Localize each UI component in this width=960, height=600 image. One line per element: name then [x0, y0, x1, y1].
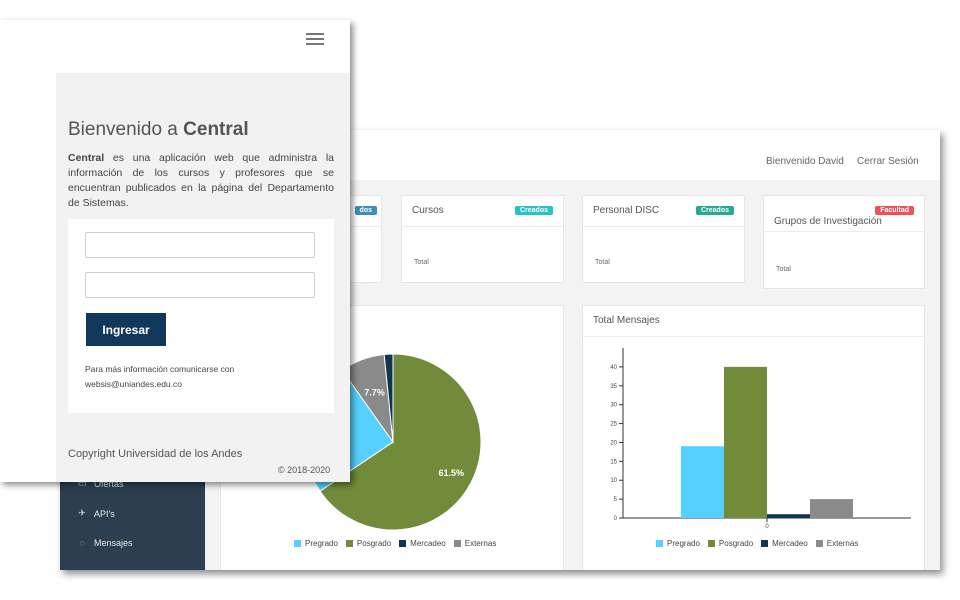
y-tick-label: 25 — [610, 422, 617, 428]
username-input[interactable] — [85, 232, 315, 258]
bar-externas — [810, 499, 853, 518]
contact-text: Para más información comunicarse con — [85, 364, 235, 374]
legend-label: Mercadeo — [772, 539, 808, 548]
login-panel: Bienvenido a Central Central es una apli… — [0, 20, 350, 482]
sidebar-item-label: Mensajes — [94, 538, 133, 548]
legend-item-posgrado[interactable]: Posgrado — [707, 539, 754, 548]
login-container: Bienvenido a Central Central es una apli… — [56, 73, 350, 482]
legend-swatch — [453, 540, 461, 547]
legend-item-externas[interactable]: Externas — [453, 539, 497, 548]
legend-swatch — [294, 540, 301, 547]
stat-total-label: Total — [414, 259, 429, 266]
bar-chart: 0 5 10 15 20 25 30 35 40 0 — [610, 348, 911, 530]
legend-swatch — [761, 540, 769, 547]
chart-title: Total Mensajes — [593, 315, 660, 326]
bar-chart-card: Total Mensajes 0 5 10 15 20 25 30 35 40 0 Pregrad… — [582, 305, 925, 570]
login-form: Ingresar Para más información comunicars… — [68, 219, 334, 413]
legend-label: Pregrado — [667, 539, 700, 548]
legend-label: Externas — [826, 539, 859, 548]
copyright-year: © 2018-2020 — [278, 465, 331, 475]
stat-card-title: Grupos de Investigación — [774, 216, 882, 227]
sidebar-item-mensajes[interactable]: ◌ Mensajes — [76, 538, 133, 548]
chat-icon: ◌ — [79, 538, 85, 548]
y-tick-label: 10 — [610, 478, 617, 484]
stat-badge: Creados — [695, 206, 734, 215]
y-tick-label: 40 — [610, 365, 617, 371]
stat-card-cursos[interactable]: Cursos Creados Total — [401, 195, 564, 283]
login-title: Bienvenido a Central — [68, 119, 249, 140]
legend-item-pregrado[interactable]: Pregrado — [656, 539, 700, 548]
pie-data-label: 7.7% — [364, 388, 385, 398]
legend-swatch — [345, 540, 353, 547]
stat-badge: dos — [354, 206, 377, 215]
legend-swatch — [707, 540, 715, 547]
stat-card-personal[interactable]: Personal DISC Creados Total — [582, 195, 745, 283]
bar-posgrado — [724, 366, 767, 518]
legend-swatch — [656, 540, 663, 547]
stat-badge: Facultad — [875, 206, 914, 215]
sidebar-item-apis[interactable]: ✈ API's — [76, 508, 115, 519]
legend-label: Pregrado — [305, 539, 338, 548]
password-input[interactable] — [85, 272, 315, 298]
bar-mercadeo — [767, 514, 810, 518]
sidebar-item-label: API's — [94, 508, 115, 519]
legend-swatch — [399, 540, 407, 547]
bar-pregrado — [681, 446, 724, 518]
stat-badge: Creados — [514, 206, 553, 215]
y-tick-label: 5 — [614, 497, 618, 503]
stat-total-label: Total — [595, 259, 610, 266]
legend-item-mercadeo[interactable]: Mercadeo — [399, 539, 446, 548]
stat-card-title: Cursos — [412, 205, 444, 216]
pie-data-label: 61.5% — [438, 468, 464, 478]
x-tick-label: 0 — [765, 524, 769, 530]
legend-item-posgrado[interactable]: Posgrado — [345, 539, 392, 548]
legend-item-externas[interactable]: Externas — [815, 539, 859, 548]
hamburger-menu-icon[interactable] — [306, 33, 324, 46]
y-tick-label: 30 — [610, 403, 617, 409]
plane-icon: ✈ — [78, 508, 86, 518]
legend-item-mercadeo[interactable]: Mercadeo — [761, 539, 808, 548]
login-button[interactable]: Ingresar — [86, 313, 166, 346]
bar-legend: Pregrado Posgrado Mercadeo Externas — [656, 539, 858, 548]
legend-label: Posgrado — [718, 539, 754, 548]
y-tick-label: 15 — [610, 459, 617, 465]
legend-item-pregrado[interactable]: Pregrado — [294, 539, 338, 548]
legend-label: Posgrado — [356, 539, 392, 548]
legend-label: Mercadeo — [410, 539, 446, 548]
y-tick-label: 0 — [614, 516, 618, 522]
pie-legend: Pregrado Posgrado Mercadeo Externas — [294, 539, 496, 548]
welcome-text: Bienvenido David — [766, 156, 844, 167]
legend-swatch — [815, 540, 823, 547]
login-description: Central es una aplicación web que admini… — [68, 152, 334, 209]
y-tick-label: 20 — [610, 440, 617, 446]
stat-card-grupos[interactable]: Grupos de Investigación Facultad Total — [763, 195, 925, 289]
stat-card-title: Personal DISC — [593, 205, 660, 216]
contact-info: Para más información comunicarse con web… — [85, 362, 325, 392]
copyright: Copyright Universidad de los Andes — [68, 448, 243, 460]
stat-total-label: Total — [776, 266, 791, 273]
logout-link[interactable]: Cerrar Sesión — [857, 156, 919, 167]
sidebar: ▭ Ofertas ✈ API's ◌ Mensajes — [60, 470, 205, 570]
contact-email: websis@uniandes.edu.co — [85, 379, 182, 389]
y-tick-label: 35 — [610, 384, 617, 390]
legend-label: Externas — [464, 539, 497, 548]
